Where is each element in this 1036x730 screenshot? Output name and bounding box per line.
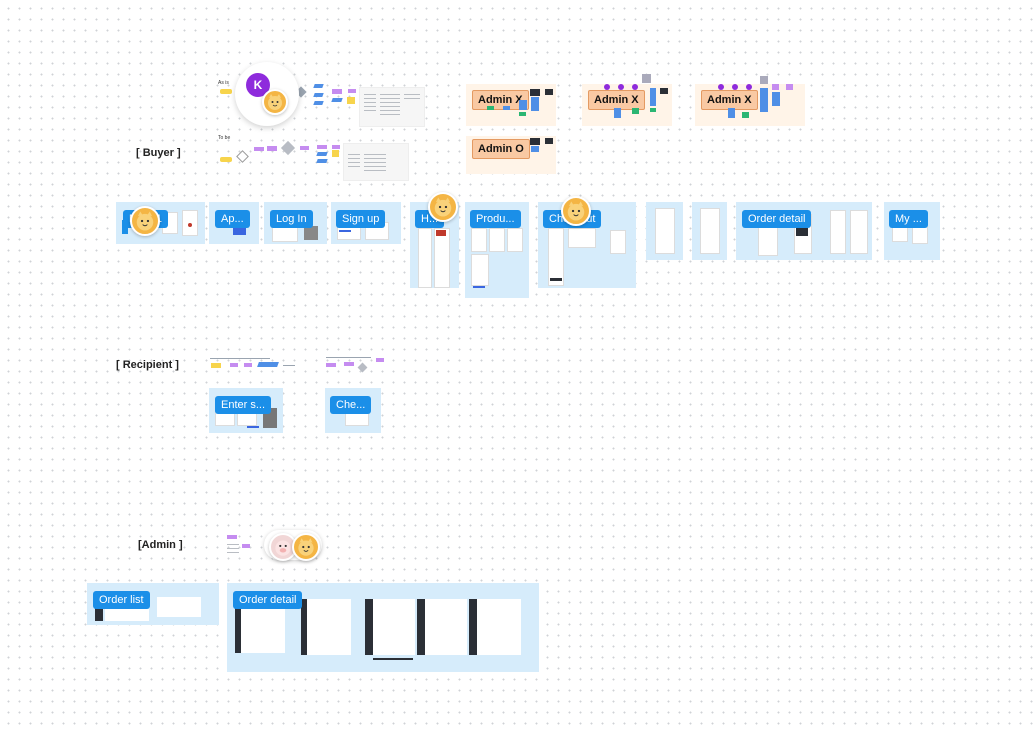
board-node	[530, 89, 540, 96]
board-node	[545, 89, 553, 95]
flow-process-node[interactable]	[300, 146, 309, 150]
board-node	[786, 84, 793, 90]
flow-sticky-note[interactable]	[347, 97, 355, 104]
cat-avatar-icon[interactable]	[561, 196, 591, 226]
flow-io-node[interactable]	[313, 101, 324, 105]
cat-avatar-icon[interactable]	[428, 192, 458, 222]
board-node	[718, 84, 724, 90]
flow-process-node[interactable]	[332, 145, 340, 149]
board-node	[614, 108, 621, 118]
flow-io-node[interactable]	[313, 84, 324, 88]
board-node	[519, 100, 527, 110]
flow-io-node[interactable]	[316, 159, 328, 163]
frame-title-check[interactable]: Che...	[330, 396, 372, 414]
flow-process-node[interactable]	[267, 146, 277, 151]
frame-title-order-detail[interactable]: Order detail	[742, 210, 812, 228]
board-node	[650, 108, 656, 112]
flow-process-node[interactable]	[326, 363, 336, 367]
frame-screen-a[interactable]	[646, 202, 683, 260]
cat-avatar-icon[interactable]	[130, 206, 160, 236]
flow-start-node[interactable]	[211, 363, 221, 368]
flow-process-node[interactable]	[332, 89, 342, 94]
board-node	[642, 74, 651, 83]
cat-avatar-icon[interactable]	[292, 533, 320, 561]
board-node	[760, 88, 768, 112]
frame-title-order-list[interactable]: Order list	[93, 591, 150, 609]
flow-process-node[interactable]	[227, 535, 237, 539]
frame-title-sign-up[interactable]: Sign up	[336, 210, 386, 228]
flow-decision-node[interactable]	[280, 140, 296, 156]
flow-process-node[interactable]	[244, 363, 252, 367]
board-node	[503, 106, 510, 110]
board-node	[545, 138, 553, 144]
board-node	[650, 88, 656, 106]
board-node	[632, 84, 638, 90]
section-label-buyer: [ Buyer ]	[136, 147, 181, 159]
flow-process-node[interactable]	[376, 358, 384, 362]
board-node	[772, 84, 779, 90]
flow-connector	[326, 357, 371, 358]
flow-label-asis: As is	[218, 80, 229, 86]
board-node	[531, 146, 539, 152]
board-node	[519, 112, 526, 116]
board-node	[746, 84, 752, 90]
board-node	[618, 84, 624, 90]
admin-tag[interactable]: Admin X	[588, 90, 645, 110]
flow-connector	[283, 365, 295, 366]
frame-title-enter-shipping[interactable]: Enter s...	[215, 396, 272, 414]
frame-title-product[interactable]: Produ...	[470, 210, 521, 228]
flow-connector	[210, 358, 270, 359]
flow-decision-node[interactable]	[236, 150, 249, 163]
flow-process-node[interactable]	[254, 147, 264, 151]
board-node	[760, 76, 768, 84]
flow-note-card[interactable]	[343, 143, 409, 181]
flow-process-node[interactable]	[230, 363, 238, 367]
flow-io-node[interactable]	[331, 98, 343, 102]
board-node	[487, 106, 494, 110]
frame-title-log-in[interactable]: Log In	[270, 210, 313, 228]
admin-tag[interactable]: Admin O	[472, 139, 530, 159]
flow-decision-node[interactable]	[357, 362, 368, 373]
flow-process-node[interactable]	[344, 362, 354, 366]
frame-title-app[interactable]: Ap...	[215, 210, 250, 228]
flow-process-node[interactable]	[242, 544, 250, 548]
cat-avatar-icon[interactable]	[262, 89, 288, 115]
board-node	[772, 92, 780, 106]
flow-label-tobe: To be	[218, 135, 231, 141]
board-node	[660, 88, 668, 94]
frame-title-admin-order-detail[interactable]: Order detail	[233, 591, 303, 609]
flow-io-node[interactable]	[316, 152, 328, 156]
flow-start-node[interactable]	[220, 157, 232, 162]
board-node	[604, 84, 610, 90]
board-node	[742, 112, 749, 118]
admin-tag[interactable]: Admin X	[701, 90, 758, 110]
flow-note-text	[227, 544, 239, 556]
flow-note-card[interactable]	[359, 87, 425, 127]
flow-start-node[interactable]	[220, 89, 232, 94]
flow-process-node[interactable]	[348, 89, 356, 93]
board-node	[530, 138, 540, 145]
section-label-admin: [Admin ]	[138, 539, 183, 551]
board-node	[531, 97, 539, 111]
flow-process-node[interactable]	[317, 145, 327, 149]
board-node	[632, 108, 639, 114]
frame-screen-b[interactable]	[692, 202, 727, 260]
section-label-recipient: [ Recipient ]	[116, 359, 179, 371]
frame-title-my-page[interactable]: My ...	[889, 210, 928, 228]
board-node	[728, 108, 735, 118]
flow-io-node[interactable]	[257, 362, 279, 367]
flow-io-node[interactable]	[313, 93, 324, 97]
flow-sticky-note[interactable]	[332, 150, 339, 157]
board-node	[732, 84, 738, 90]
